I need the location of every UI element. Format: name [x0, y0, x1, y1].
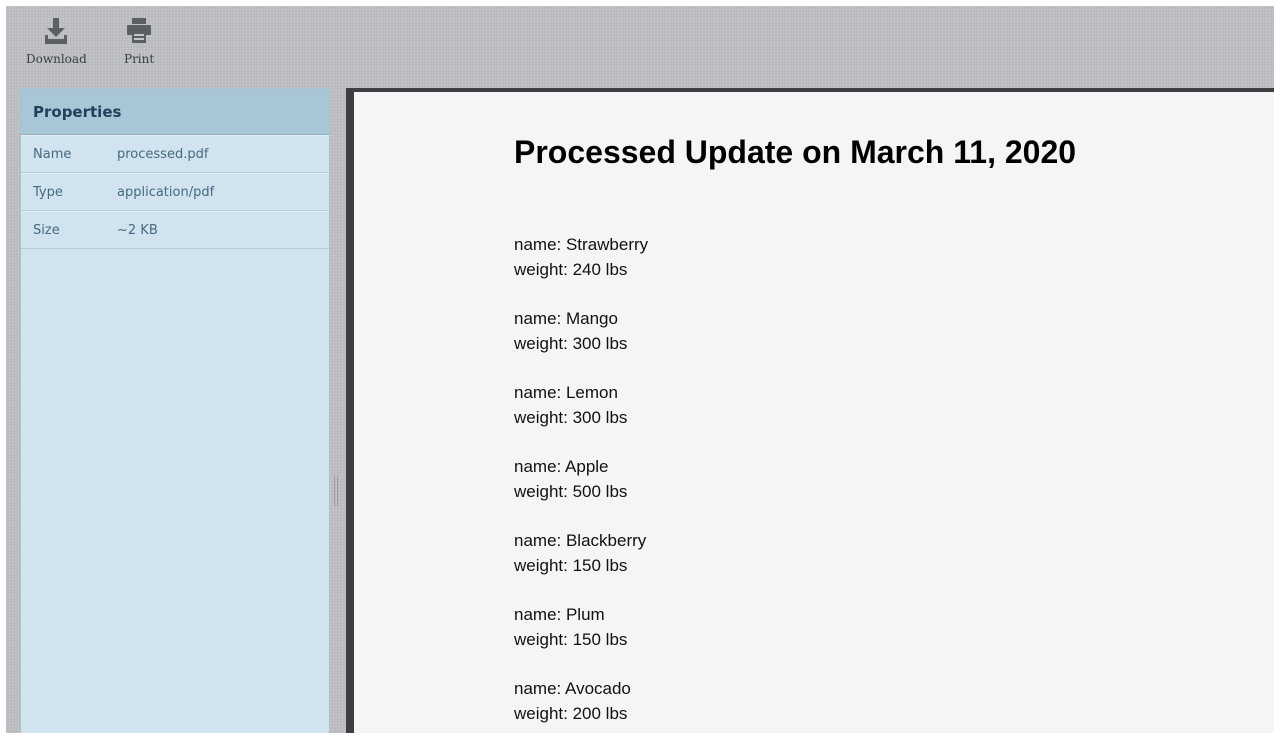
- entry-name: name: Apple: [514, 457, 609, 476]
- list-item: name: Mango weight: 300 lbs: [514, 306, 648, 380]
- pdf-page: Processed Update on March 11, 2020 name:…: [354, 92, 1274, 733]
- document-title: Processed Update on March 11, 2020: [514, 134, 1077, 170]
- property-row-size: Size ~2 KB: [21, 211, 329, 249]
- entry-weight: weight: 240 lbs: [514, 260, 628, 279]
- list-item: name: Apple weight: 500 lbs: [514, 454, 648, 528]
- property-key: Type: [33, 184, 63, 200]
- file-viewer-window: Download Print Properties Name processed…: [6, 6, 1274, 733]
- entry-name: name: Avocado: [514, 679, 631, 698]
- list-item: name: Avocado weight: 200 lbs: [514, 676, 648, 733]
- properties-panel: Properties Name processed.pdf Type appli…: [20, 88, 330, 733]
- entry-name: name: Blackberry: [514, 531, 647, 550]
- entry-name: name: Mango: [514, 309, 618, 328]
- entry-weight: weight: 200 lbs: [514, 704, 628, 723]
- entry-name: name: Lemon: [514, 383, 618, 402]
- grip-line: [334, 476, 335, 506]
- list-item: name: Lemon weight: 300 lbs: [514, 380, 648, 454]
- grip-line: [337, 476, 338, 506]
- entry-list: name: Strawberry weight: 240 lbs name: M…: [514, 232, 648, 733]
- entry-name: name: Strawberry: [514, 235, 649, 254]
- panel-resize-handle[interactable]: [333, 476, 339, 506]
- property-key: Size: [33, 222, 60, 238]
- list-item: name: Blackberry weight: 150 lbs: [514, 528, 648, 602]
- property-row-type: Type application/pdf: [21, 173, 329, 211]
- download-button[interactable]: Download: [26, 16, 87, 66]
- property-row-name: Name processed.pdf: [21, 135, 329, 173]
- list-item: name: Plum weight: 150 lbs: [514, 602, 648, 676]
- list-item: name: Strawberry weight: 240 lbs: [514, 232, 648, 306]
- entry-weight: weight: 500 lbs: [514, 482, 628, 501]
- entry-weight: weight: 300 lbs: [514, 334, 628, 353]
- properties-title: Properties: [33, 102, 122, 121]
- property-value: application/pdf: [117, 184, 215, 200]
- print-button[interactable]: Print: [124, 16, 154, 66]
- toolbar: Download Print: [6, 6, 1274, 88]
- entry-weight: weight: 150 lbs: [514, 630, 628, 649]
- property-value: ~2 KB: [117, 222, 158, 238]
- properties-header: Properties: [21, 89, 329, 135]
- document-viewer[interactable]: Processed Update on March 11, 2020 name:…: [346, 88, 1274, 733]
- entry-name: name: Plum: [514, 605, 605, 624]
- property-value: processed.pdf: [117, 146, 209, 162]
- download-icon: [45, 18, 68, 44]
- download-label: Download: [26, 52, 87, 66]
- entry-weight: weight: 150 lbs: [514, 556, 628, 575]
- entry-weight: weight: 300 lbs: [514, 408, 628, 427]
- printer-icon: [127, 18, 152, 43]
- property-key: Name: [33, 146, 72, 162]
- print-label: Print: [124, 52, 155, 66]
